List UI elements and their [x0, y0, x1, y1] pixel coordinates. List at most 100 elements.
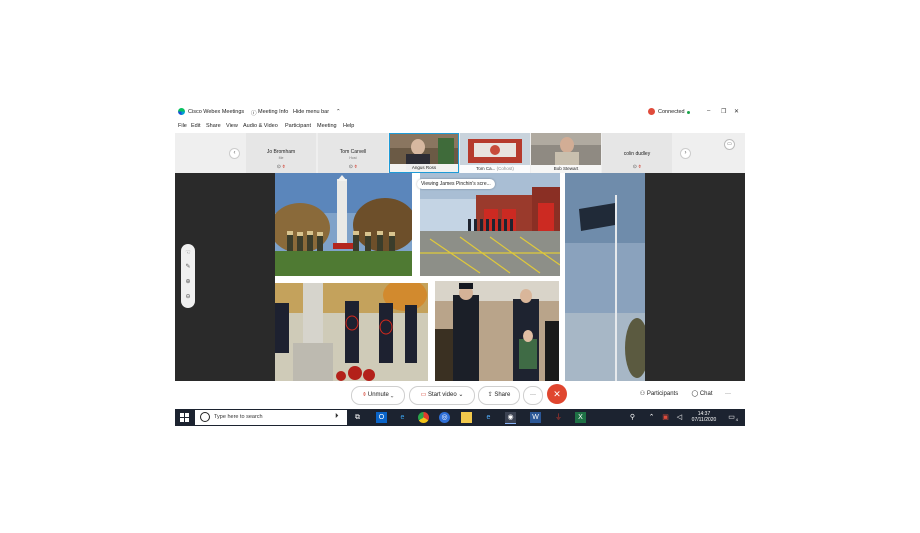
close-icon: ✕: [553, 389, 561, 399]
windows-taskbar: Type here to search ⏵ ⧉ O e ◎ e ◉ W ⏚ X …: [175, 409, 745, 426]
taskbar-clock[interactable]: 14:37 07/11/2020: [689, 411, 719, 423]
task-view-icon[interactable]: ⧉: [352, 412, 363, 423]
hand-icon[interactable]: ☜: [181, 249, 195, 256]
connection-status: Connected: [658, 109, 685, 115]
chevron-up-icon[interactable]: ⌃: [336, 109, 341, 115]
video-off-icon: ▭: [420, 392, 427, 398]
layout-icon[interactable]: ▭: [724, 139, 735, 150]
menu-participant[interactable]: Participant: [285, 123, 311, 129]
volume-icon[interactable]: ◁: [674, 412, 685, 423]
share-icon: ⇪: [487, 392, 493, 398]
chat-icon: ◯: [691, 391, 699, 397]
annotate-icon[interactable]: ✎: [181, 263, 195, 270]
hide-menu-bar-button[interactable]: Hide menu bar: [293, 109, 329, 115]
participant-name: Jo Bromham: [266, 149, 296, 155]
maximize-button[interactable]: ❐: [721, 108, 726, 115]
windows-start-icon[interactable]: [179, 412, 190, 423]
people-icon[interactable]: ⚲: [627, 412, 638, 423]
participant-role: (Cohost): [496, 166, 514, 171]
participants-button[interactable]: ⚇ Participants: [633, 386, 685, 403]
info-icon[interactable]: ⓘ: [251, 109, 257, 117]
close-button[interactable]: ✕: [734, 108, 739, 115]
outlook-icon[interactable]: O: [376, 412, 387, 423]
share-button[interactable]: ⇪ Share: [478, 386, 520, 405]
ie-icon[interactable]: e: [483, 412, 494, 423]
unmute-button[interactable]: ⌽ Unmute ⌄: [351, 386, 405, 405]
webex-tray-icon[interactable]: ▣: [660, 412, 671, 423]
audio-icon: ⊙: [276, 164, 281, 170]
mic-muted-icon: ⌽: [362, 392, 367, 398]
chat-button[interactable]: ◯ Chat: [687, 386, 717, 403]
minimize-button[interactable]: –: [707, 108, 710, 114]
webex-logo-icon: [178, 108, 185, 115]
menu-help[interactable]: Help: [343, 123, 354, 129]
annotation-toolbar: ☜ ✎ ⊕ ⊖: [181, 244, 195, 308]
chrome-icon[interactable]: [418, 412, 429, 423]
webex-taskbar-icon[interactable]: ◎: [439, 412, 450, 423]
tray-chevron-up-icon[interactable]: ⌃: [646, 412, 657, 423]
person-icon: ⚇: [639, 391, 646, 397]
clock-date: 07/11/2020: [691, 417, 717, 423]
photo-memorial-parade: [275, 173, 412, 276]
participant-name: Bob Stewart: [531, 165, 601, 173]
network-ok-icon: [687, 111, 690, 114]
more-icon: ···: [725, 391, 731, 397]
webex-window: Cisco Webex Meetings ⓘ Meeting Info Hide…: [175, 104, 745, 426]
notifications-icon[interactable]: ▭ 4: [726, 412, 738, 423]
photo-dignitaries: [435, 281, 559, 381]
participant-name: Tom Carvell: [339, 149, 367, 155]
more-icon: ···: [530, 392, 536, 398]
participant-name: colin dudley: [623, 151, 651, 157]
participant-tile-tom[interactable]: Tom Carvell Host ⊙ ⌽: [318, 133, 388, 173]
meeting-info-button[interactable]: Meeting Info: [258, 109, 288, 115]
menu-edit[interactable]: Edit: [191, 123, 200, 129]
participant-tile-jo[interactable]: Jo Bromham Me ⊙ ⌽: [246, 133, 316, 173]
acrobat-icon[interactable]: ⏚: [553, 412, 564, 423]
zoom-in-icon[interactable]: ⊕: [181, 278, 195, 285]
audio-icon: ⊙: [348, 164, 353, 170]
panel-more-button[interactable]: ···: [721, 386, 735, 403]
webex-active-icon[interactable]: ◉: [505, 412, 516, 424]
participant-tile-colin[interactable]: colin dudley ⊙ ⌽: [602, 133, 672, 173]
participant-role: Me: [278, 156, 284, 160]
mic-muted-icon: ⌽: [354, 164, 358, 170]
edge-icon[interactable]: e: [397, 412, 408, 423]
participant-video-angus[interactable]: Angus Ross: [389, 133, 459, 173]
excel-icon[interactable]: X: [575, 412, 586, 423]
participant-name: Angus Ross: [390, 164, 458, 172]
menu-share[interactable]: Share: [206, 123, 221, 129]
end-meeting-button[interactable]: ✕: [547, 384, 567, 404]
mic-muted-icon: ⌽: [638, 164, 642, 170]
viewing-status-label: Viewing James Pinchin's scre...: [417, 179, 495, 189]
participant-strip: ‹ Jo Bromham Me ⊙ ⌽ Tom Carvell Host ⊙ ⌽…: [175, 133, 745, 173]
chevron-down-icon: ⌄: [390, 392, 394, 398]
participant-video-tomca[interactable]: Tom Ca... (Cohost): [460, 133, 530, 173]
search-placeholder: Type here to search: [214, 414, 263, 420]
participant-name: Tom Ca...: [476, 166, 496, 171]
start-video-button[interactable]: ▭ Start video ⌄: [409, 386, 475, 405]
menu-bar: File Edit Share View Audio & Video Parti…: [175, 121, 745, 133]
menu-view[interactable]: View: [226, 123, 238, 129]
app-title: Cisco Webex Meetings: [188, 109, 245, 115]
participant-video-bob[interactable]: Bob Stewart: [531, 133, 601, 173]
taskbar-search-box[interactable]: Type here to search ⏵: [195, 410, 347, 425]
strip-prev-button[interactable]: ‹: [229, 148, 240, 159]
title-bar: Cisco Webex Meetings ⓘ Meeting Info Hide…: [175, 104, 745, 121]
chevron-down-icon: ⌄: [458, 392, 464, 398]
menu-audio-video[interactable]: Audio & Video: [243, 123, 278, 129]
meeting-controls: ⌽ Unmute ⌄ ▭ Start video ⌄ ⇪ Share ··· ✕…: [175, 381, 745, 409]
mic-muted-icon: ⌽: [282, 164, 286, 170]
photo-flagpole: [565, 173, 645, 381]
menu-meeting[interactable]: Meeting: [317, 123, 337, 129]
strip-next-button[interactable]: ›: [680, 148, 691, 159]
more-options-button[interactable]: ···: [523, 386, 543, 405]
audio-icon: ⊙: [632, 164, 637, 170]
shared-screen-area: Viewing James Pinchin's scre... ☜ ✎ ⊕ ⊖: [175, 173, 745, 381]
search-icon: [200, 412, 210, 422]
file-explorer-icon[interactable]: [461, 412, 472, 423]
shared-content: [275, 173, 645, 381]
zoom-out-icon[interactable]: ⊖: [181, 293, 195, 300]
menu-file[interactable]: File: [178, 123, 187, 129]
word-icon[interactable]: W: [530, 412, 541, 423]
microphone-icon[interactable]: ⏵: [335, 413, 339, 421]
